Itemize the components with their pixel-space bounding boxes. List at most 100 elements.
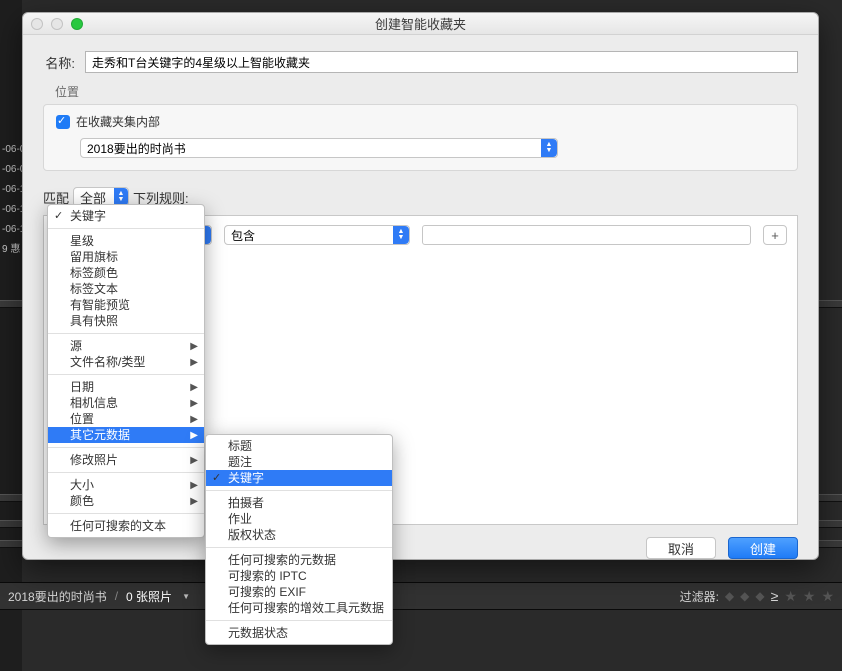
rule-field-menu-item[interactable]: 任何可搜索的文本: [48, 518, 204, 534]
menu-item-label: 日期: [70, 380, 94, 394]
rule-field-menu-item[interactable]: 留用旗标: [48, 249, 204, 265]
rule-field-menu-item[interactable]: 大小 ▶: [48, 477, 204, 493]
menu-item-label: 文件名称/类型: [70, 355, 145, 369]
rule-field-menu-item[interactable]: 日期 ▶: [48, 379, 204, 395]
rule-field-menu-item[interactable]: 其它元数据 ▶: [48, 427, 204, 443]
location-header: 位置: [55, 83, 798, 100]
submenu-arrow-icon: ▶: [190, 428, 198, 444]
rule-operator-select[interactable]: 包含 ▲▼: [224, 225, 410, 245]
menu-item-label: 源: [70, 339, 82, 353]
other-metadata-menu-item[interactable]: 标题: [206, 438, 392, 454]
filter-star-icon[interactable]: ★: [821, 588, 834, 605]
rule-field-menu-item[interactable]: 位置 ▶: [48, 411, 204, 427]
filter-label: 过滤器:: [680, 588, 719, 605]
status-context[interactable]: 2018要出的时尚书: [8, 588, 107, 605]
submenu-arrow-icon: ▶: [190, 339, 198, 355]
window-minimize-button[interactable]: [51, 18, 63, 30]
submenu-arrow-icon: ▶: [190, 412, 198, 428]
rule-field-menu-item[interactable]: 修改照片 ▶: [48, 452, 204, 468]
menu-item-label: 位置: [70, 412, 94, 426]
menu-item-label: 任何可搜索的增效工具元数据: [228, 601, 384, 615]
window-zoom-button[interactable]: [71, 18, 83, 30]
select-arrows-icon: ▲▼: [541, 139, 557, 157]
window-close-button[interactable]: [31, 18, 43, 30]
submenu-arrow-icon: ▶: [190, 494, 198, 510]
rule-field-menu-item[interactable]: 标签颜色: [48, 265, 204, 281]
rule-field-menu-item[interactable]: 星级: [48, 233, 204, 249]
menu-item-label: 题注: [228, 455, 252, 469]
bg-date-item: -06-0: [0, 160, 22, 180]
add-rule-button[interactable]: +: [763, 225, 787, 245]
rule-field-dropdown-menu[interactable]: ✓关键字星级留用旗标标签颜色标签文本有智能预览具有快照源▶文件名称/类型▶日期▶…: [47, 204, 205, 538]
menu-item-label: 其它元数据: [70, 428, 130, 442]
rule-field-menu-item[interactable]: 颜色▶: [48, 493, 204, 509]
other-metadata-menu-item[interactable]: 任何可搜索的增效工具元数据: [206, 600, 392, 616]
rule-field-menu-item[interactable]: 具有快照: [48, 313, 204, 329]
menu-item-label: 关键字: [228, 471, 264, 485]
rule-field-menu-item[interactable]: 有智能预览: [48, 297, 204, 313]
check-icon: ✓: [212, 470, 221, 486]
submenu-arrow-icon: ▶: [190, 453, 198, 469]
menu-item-label: 星级: [70, 234, 94, 248]
menu-separator: [206, 490, 392, 491]
submenu-arrow-icon: ▶: [190, 396, 198, 412]
filter-flag-icon[interactable]: ◆: [725, 589, 734, 603]
rule-field-menu-item[interactable]: 文件名称/类型 ▶: [48, 354, 204, 370]
cancel-button-label: 取消: [668, 539, 694, 558]
menu-item-label: 具有快照: [70, 314, 118, 328]
submenu-arrow-icon: ▶: [190, 478, 198, 494]
other-metadata-menu-item[interactable]: 版权状态: [206, 527, 392, 543]
menu-item-label: 大小: [70, 478, 94, 492]
other-metadata-menu-item[interactable]: 作业: [206, 511, 392, 527]
menu-item-label: 有智能预览: [70, 298, 130, 312]
dialog-title: 创建智能收藏夹: [23, 14, 818, 33]
other-metadata-menu-item[interactable]: 拍摄者: [206, 495, 392, 511]
location-select[interactable]: 2018要出的时尚书 ▲▼: [80, 138, 558, 158]
other-metadata-menu-item[interactable]: 可搜索的 IPTC: [206, 568, 392, 584]
filter-ge-icon[interactable]: ≥: [771, 588, 779, 604]
menu-item-label: 任何可搜索的元数据: [228, 553, 336, 567]
menu-item-label: 留用旗标: [70, 250, 118, 264]
create-button-label: 创建: [750, 539, 776, 558]
chevron-down-icon[interactable]: ▼: [182, 592, 190, 601]
menu-item-label: 元数据状态: [228, 626, 288, 640]
other-metadata-menu-item[interactable]: 任何可搜索的元数据: [206, 552, 392, 568]
filter-flag-icon[interactable]: ◆: [740, 589, 749, 603]
menu-item-label: 任何可搜索的文本: [70, 519, 166, 533]
name-input[interactable]: [85, 51, 798, 73]
menu-separator: [206, 547, 392, 548]
menu-separator: [206, 620, 392, 621]
filter-star-icon[interactable]: ★: [803, 588, 816, 605]
create-button[interactable]: 创建: [728, 537, 798, 559]
rule-field-menu-item[interactable]: 标签文本: [48, 281, 204, 297]
rule-field-menu-item[interactable]: ✓关键字: [48, 208, 204, 224]
rule-field-menu-item[interactable]: 相机信息▶: [48, 395, 204, 411]
submenu-arrow-icon: ▶: [190, 355, 198, 371]
other-metadata-submenu[interactable]: 标题题注 ✓ 关键字拍摄者作业版权状态任何可搜索的元数据可搜索的 IPTC可搜索的 …: [205, 434, 393, 645]
status-count: 0 张照片: [126, 588, 172, 605]
filter-flag-icon[interactable]: ◆: [755, 589, 764, 603]
menu-separator: [48, 513, 204, 514]
menu-item-label: 作业: [228, 512, 252, 526]
rule-value-input[interactable]: [422, 225, 751, 245]
submenu-arrow-icon: ▶: [190, 380, 198, 396]
other-metadata-menu-item[interactable]: 元数据状态: [206, 625, 392, 641]
cancel-button[interactable]: 取消: [646, 537, 716, 559]
background-sidebar: -06-0-06-0-06-1-06-1-06-19 惠: [0, 0, 22, 671]
filter-star-icon[interactable]: ★: [784, 588, 797, 605]
bg-date-item: -06-1: [0, 220, 22, 240]
bg-date-item: -06-1: [0, 200, 22, 220]
menu-item-label: 可搜索的 IPTC: [228, 569, 307, 583]
menu-separator: [48, 447, 204, 448]
inside-collection-set-checkbox[interactable]: [56, 115, 70, 129]
rule-field-menu-item[interactable]: 源▶: [48, 338, 204, 354]
location-select-value: 2018要出的时尚书: [87, 140, 186, 157]
bg-date-item: -06-1: [0, 180, 22, 200]
name-label: 名称:: [43, 53, 75, 72]
other-metadata-menu-item[interactable]: 题注: [206, 454, 392, 470]
select-arrows-icon: ▲▼: [393, 226, 409, 244]
menu-item-label: 修改照片: [70, 453, 118, 467]
other-metadata-menu-item[interactable]: ✓ 关键字: [206, 470, 392, 486]
status-bar: 2018要出的时尚书 / 0 张照片 ▼ 过滤器: ◆ ◆ ◆ ≥ ★ ★ ★: [0, 582, 842, 610]
other-metadata-menu-item[interactable]: 可搜索的 EXIF: [206, 584, 392, 600]
